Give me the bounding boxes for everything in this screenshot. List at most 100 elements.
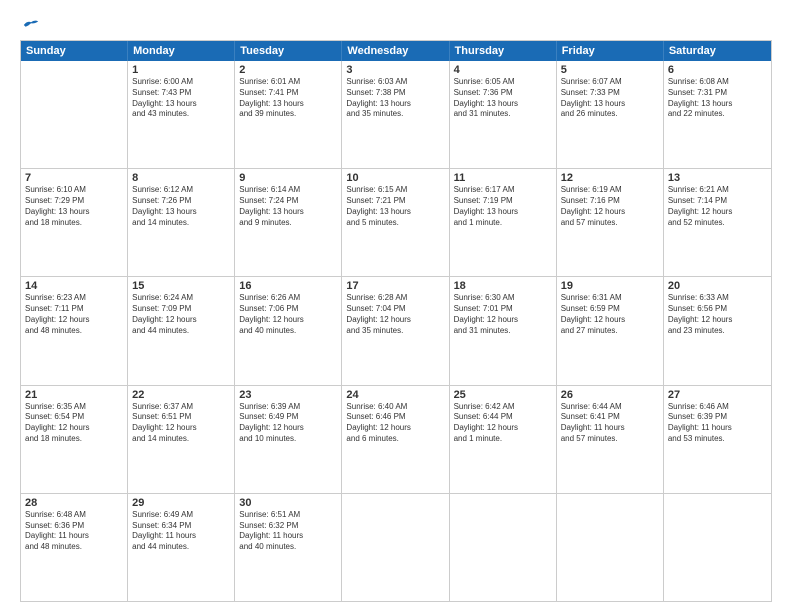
calendar-row: 21Sunrise: 6:35 AM Sunset: 6:54 PM Dayli… — [21, 386, 771, 494]
calendar-row: 28Sunrise: 6:48 AM Sunset: 6:36 PM Dayli… — [21, 494, 771, 601]
calendar-cell: 4Sunrise: 6:05 AM Sunset: 7:36 PM Daylig… — [450, 61, 557, 168]
calendar-cell: 5Sunrise: 6:07 AM Sunset: 7:33 PM Daylig… — [557, 61, 664, 168]
cell-info: Sunrise: 6:49 AM Sunset: 6:34 PM Dayligh… — [132, 510, 230, 553]
day-number: 24 — [346, 389, 444, 401]
day-number: 28 — [25, 497, 123, 509]
calendar-row: 1Sunrise: 6:00 AM Sunset: 7:43 PM Daylig… — [21, 61, 771, 169]
calendar-cell: 23Sunrise: 6:39 AM Sunset: 6:49 PM Dayli… — [235, 386, 342, 493]
calendar-cell: 6Sunrise: 6:08 AM Sunset: 7:31 PM Daylig… — [664, 61, 771, 168]
cell-info: Sunrise: 6:23 AM Sunset: 7:11 PM Dayligh… — [25, 293, 123, 336]
day-number: 27 — [668, 389, 767, 401]
calendar-cell: 14Sunrise: 6:23 AM Sunset: 7:11 PM Dayli… — [21, 277, 128, 384]
calendar-cell: 11Sunrise: 6:17 AM Sunset: 7:19 PM Dayli… — [450, 169, 557, 276]
cell-info: Sunrise: 6:24 AM Sunset: 7:09 PM Dayligh… — [132, 293, 230, 336]
day-number: 13 — [668, 172, 767, 184]
cell-info: Sunrise: 6:30 AM Sunset: 7:01 PM Dayligh… — [454, 293, 552, 336]
calendar-cell: 27Sunrise: 6:46 AM Sunset: 6:39 PM Dayli… — [664, 386, 771, 493]
cell-info: Sunrise: 6:01 AM Sunset: 7:41 PM Dayligh… — [239, 77, 337, 120]
calendar-cell: 30Sunrise: 6:51 AM Sunset: 6:32 PM Dayli… — [235, 494, 342, 601]
calendar-cell: 15Sunrise: 6:24 AM Sunset: 7:09 PM Dayli… — [128, 277, 235, 384]
weekday-header: Sunday — [21, 41, 128, 61]
cell-info: Sunrise: 6:46 AM Sunset: 6:39 PM Dayligh… — [668, 402, 767, 445]
day-number: 12 — [561, 172, 659, 184]
day-number: 18 — [454, 280, 552, 292]
calendar-cell: 22Sunrise: 6:37 AM Sunset: 6:51 PM Dayli… — [128, 386, 235, 493]
calendar-cell: 3Sunrise: 6:03 AM Sunset: 7:38 PM Daylig… — [342, 61, 449, 168]
calendar-cell: 29Sunrise: 6:49 AM Sunset: 6:34 PM Dayli… — [128, 494, 235, 601]
logo — [20, 18, 40, 32]
day-number: 19 — [561, 280, 659, 292]
weekday-header: Wednesday — [342, 41, 449, 61]
day-number: 17 — [346, 280, 444, 292]
calendar-cell: 8Sunrise: 6:12 AM Sunset: 7:26 PM Daylig… — [128, 169, 235, 276]
calendar-cell — [664, 494, 771, 601]
cell-info: Sunrise: 6:48 AM Sunset: 6:36 PM Dayligh… — [25, 510, 123, 553]
cell-info: Sunrise: 6:05 AM Sunset: 7:36 PM Dayligh… — [454, 77, 552, 120]
calendar-cell: 10Sunrise: 6:15 AM Sunset: 7:21 PM Dayli… — [342, 169, 449, 276]
cell-info: Sunrise: 6:39 AM Sunset: 6:49 PM Dayligh… — [239, 402, 337, 445]
day-number: 2 — [239, 64, 337, 76]
day-number: 7 — [25, 172, 123, 184]
day-number: 6 — [668, 64, 767, 76]
cell-info: Sunrise: 6:26 AM Sunset: 7:06 PM Dayligh… — [239, 293, 337, 336]
calendar-row: 14Sunrise: 6:23 AM Sunset: 7:11 PM Dayli… — [21, 277, 771, 385]
calendar-cell: 18Sunrise: 6:30 AM Sunset: 7:01 PM Dayli… — [450, 277, 557, 384]
day-number: 26 — [561, 389, 659, 401]
cell-info: Sunrise: 6:07 AM Sunset: 7:33 PM Dayligh… — [561, 77, 659, 120]
day-number: 15 — [132, 280, 230, 292]
calendar-cell — [450, 494, 557, 601]
cell-info: Sunrise: 6:28 AM Sunset: 7:04 PM Dayligh… — [346, 293, 444, 336]
calendar-cell: 24Sunrise: 6:40 AM Sunset: 6:46 PM Dayli… — [342, 386, 449, 493]
calendar-cell: 28Sunrise: 6:48 AM Sunset: 6:36 PM Dayli… — [21, 494, 128, 601]
calendar-cell: 2Sunrise: 6:01 AM Sunset: 7:41 PM Daylig… — [235, 61, 342, 168]
day-number: 21 — [25, 389, 123, 401]
cell-info: Sunrise: 6:51 AM Sunset: 6:32 PM Dayligh… — [239, 510, 337, 553]
calendar-cell: 25Sunrise: 6:42 AM Sunset: 6:44 PM Dayli… — [450, 386, 557, 493]
day-number: 14 — [25, 280, 123, 292]
weekday-header: Saturday — [664, 41, 771, 61]
day-number: 1 — [132, 64, 230, 76]
day-number: 16 — [239, 280, 337, 292]
weekday-header: Tuesday — [235, 41, 342, 61]
calendar-cell: 26Sunrise: 6:44 AM Sunset: 6:41 PM Dayli… — [557, 386, 664, 493]
logo-bird-icon — [22, 18, 40, 32]
cell-info: Sunrise: 6:40 AM Sunset: 6:46 PM Dayligh… — [346, 402, 444, 445]
cell-info: Sunrise: 6:10 AM Sunset: 7:29 PM Dayligh… — [25, 185, 123, 228]
calendar-cell — [21, 61, 128, 168]
cell-info: Sunrise: 6:33 AM Sunset: 6:56 PM Dayligh… — [668, 293, 767, 336]
calendar-cell — [557, 494, 664, 601]
day-number: 22 — [132, 389, 230, 401]
calendar-cell: 19Sunrise: 6:31 AM Sunset: 6:59 PM Dayli… — [557, 277, 664, 384]
calendar-cell: 7Sunrise: 6:10 AM Sunset: 7:29 PM Daylig… — [21, 169, 128, 276]
day-number: 8 — [132, 172, 230, 184]
day-number: 4 — [454, 64, 552, 76]
calendar-cell: 16Sunrise: 6:26 AM Sunset: 7:06 PM Dayli… — [235, 277, 342, 384]
day-number: 10 — [346, 172, 444, 184]
day-number: 23 — [239, 389, 337, 401]
calendar-cell: 12Sunrise: 6:19 AM Sunset: 7:16 PM Dayli… — [557, 169, 664, 276]
cell-info: Sunrise: 6:31 AM Sunset: 6:59 PM Dayligh… — [561, 293, 659, 336]
cell-info: Sunrise: 6:00 AM Sunset: 7:43 PM Dayligh… — [132, 77, 230, 120]
calendar: SundayMondayTuesdayWednesdayThursdayFrid… — [20, 40, 772, 602]
calendar-cell: 20Sunrise: 6:33 AM Sunset: 6:56 PM Dayli… — [664, 277, 771, 384]
header — [20, 18, 772, 32]
weekday-header: Thursday — [450, 41, 557, 61]
cell-info: Sunrise: 6:15 AM Sunset: 7:21 PM Dayligh… — [346, 185, 444, 228]
day-number: 5 — [561, 64, 659, 76]
cell-info: Sunrise: 6:17 AM Sunset: 7:19 PM Dayligh… — [454, 185, 552, 228]
page: SundayMondayTuesdayWednesdayThursdayFrid… — [0, 0, 792, 612]
day-number: 29 — [132, 497, 230, 509]
cell-info: Sunrise: 6:37 AM Sunset: 6:51 PM Dayligh… — [132, 402, 230, 445]
calendar-row: 7Sunrise: 6:10 AM Sunset: 7:29 PM Daylig… — [21, 169, 771, 277]
cell-info: Sunrise: 6:08 AM Sunset: 7:31 PM Dayligh… — [668, 77, 767, 120]
cell-info: Sunrise: 6:44 AM Sunset: 6:41 PM Dayligh… — [561, 402, 659, 445]
cell-info: Sunrise: 6:35 AM Sunset: 6:54 PM Dayligh… — [25, 402, 123, 445]
calendar-header: SundayMondayTuesdayWednesdayThursdayFrid… — [21, 41, 771, 61]
calendar-cell — [342, 494, 449, 601]
day-number: 25 — [454, 389, 552, 401]
calendar-cell: 21Sunrise: 6:35 AM Sunset: 6:54 PM Dayli… — [21, 386, 128, 493]
day-number: 3 — [346, 64, 444, 76]
cell-info: Sunrise: 6:19 AM Sunset: 7:16 PM Dayligh… — [561, 185, 659, 228]
day-number: 30 — [239, 497, 337, 509]
calendar-cell: 9Sunrise: 6:14 AM Sunset: 7:24 PM Daylig… — [235, 169, 342, 276]
